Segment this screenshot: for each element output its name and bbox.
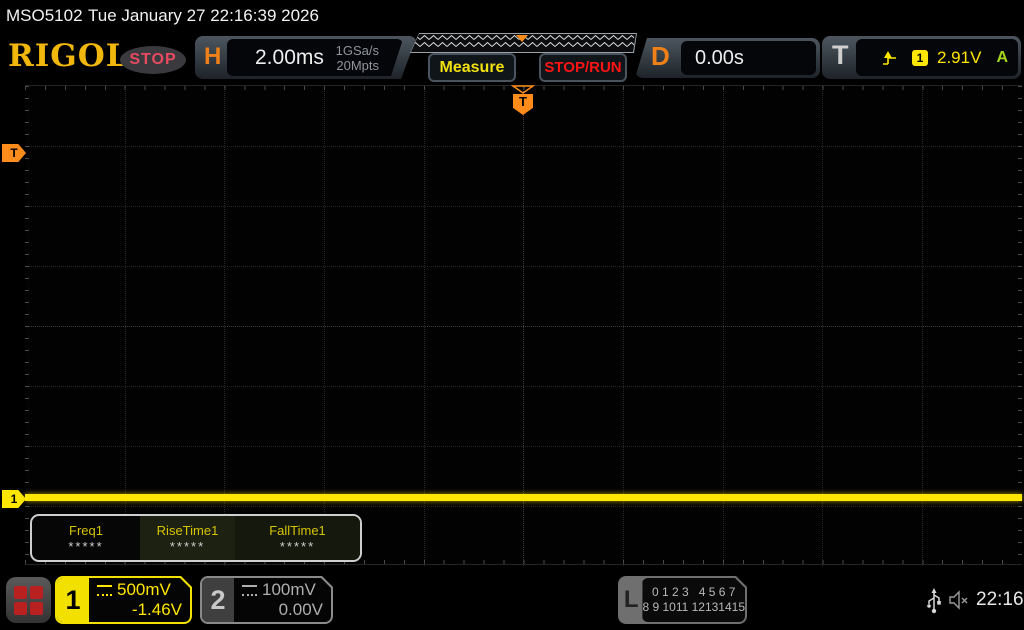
- horizontal-label: H: [204, 43, 222, 70]
- delay-inner: 0.00s: [681, 41, 816, 75]
- channel2-scale: 100mV: [262, 580, 316, 599]
- horizontal-panel[interactable]: H 2.00ms 1GSa/s 20Mpts: [195, 36, 417, 79]
- grid-line: [25, 266, 1022, 267]
- channel1-inner: 1 500mV -1.46V: [57, 578, 190, 622]
- sample-rate: 1GSa/s: [335, 42, 379, 58]
- oscilloscope-screen: MSO5102 Tue January 27 22:16:39 2026 RIG…: [0, 0, 1024, 630]
- measure-button-label: Measure: [439, 58, 505, 76]
- trigger-label: T: [832, 40, 849, 70]
- measurement-label: Freq1: [69, 522, 103, 538]
- run-state-label: STOP: [129, 51, 177, 68]
- status-bar: MSO5102 Tue January 27 22:16:39 2026: [0, 0, 1024, 30]
- digital-row2: 8 9 1011 12131415: [642, 600, 745, 614]
- measurement-label: FallTime1: [269, 522, 326, 538]
- rising-edge-icon: [883, 50, 896, 65]
- timebase-value: 2.00ms: [255, 45, 324, 69]
- stop-run-button-label: STOP/RUN: [544, 59, 622, 76]
- trigger-position-label: T: [519, 94, 527, 109]
- channel2-values: 100mV 0.00V: [234, 578, 331, 622]
- grid-line: [25, 506, 1022, 507]
- channel1-number: 1: [57, 578, 89, 622]
- horizontal-inner: 2.00ms 1GSa/s 20Mpts: [227, 39, 403, 76]
- measurement-label: RiseTime1: [156, 522, 219, 538]
- trigger-position-triangle-icon[interactable]: [511, 85, 535, 94]
- sample-rate-info: 1GSa/s 20Mpts: [336, 43, 379, 73]
- four-squares-icon: [14, 585, 43, 615]
- trigger-panel[interactable]: T 1 2.91V A: [822, 36, 1021, 79]
- stop-run-button[interactable]: STOP/RUN: [539, 53, 627, 82]
- trigger-sweep-mode: A: [996, 48, 1008, 66]
- measurement-falltime[interactable]: FallTime1 *****: [235, 516, 360, 560]
- channel2-box[interactable]: 2 100mV 0.00V: [200, 576, 333, 624]
- display-menu-button[interactable]: [6, 577, 51, 623]
- channel1-offset: -1.46V: [131, 600, 182, 619]
- channel1-box[interactable]: 1 500mV -1.46V: [55, 576, 192, 624]
- rigol-logo: RIGOL: [8, 38, 129, 74]
- run-state-badge: STOP: [120, 46, 186, 74]
- graticule: [25, 85, 1022, 566]
- grid-line: [25, 146, 1022, 147]
- digital-channels-list: 0 1 2 3 4 5 6 7 8 9 1011 12131415: [642, 578, 745, 622]
- dc-coupling-icon: [242, 585, 257, 596]
- measurement-risetime[interactable]: RiseTime1 *****: [140, 516, 235, 560]
- delay-panel[interactable]: D 0.00s: [635, 38, 820, 78]
- delay-label: D: [651, 41, 670, 71]
- digital-channels-label: L: [623, 586, 639, 613]
- memory-depth: 20Mpts: [336, 57, 379, 73]
- channel1-scale: 500mV: [117, 580, 171, 599]
- measure-button[interactable]: Measure: [428, 53, 516, 82]
- channel1-values: 500mV -1.46V: [89, 578, 190, 622]
- grid-line: [25, 446, 1022, 447]
- digital-channels-box[interactable]: L 0 1 2 3 4 5 6 7 8 9 1011 12131415: [618, 576, 747, 624]
- channel2-inner: 2 100mV 0.00V: [202, 578, 331, 622]
- dc-coupling-icon: [97, 585, 112, 596]
- channel2-offset: 0.00V: [278, 600, 323, 619]
- measurement-value: *****: [279, 538, 316, 554]
- grid-center-horizontal: [25, 326, 1022, 327]
- grid-line: [25, 206, 1022, 207]
- date-time: Tue January 27 22:16:39 2026: [88, 6, 319, 25]
- waveform-overview-bar[interactable]: [410, 33, 637, 53]
- overview-waveform-icon: [411, 34, 636, 52]
- channel1-marker-label: 1: [10, 492, 18, 506]
- usb-icon: [927, 588, 941, 614]
- measurement-value: *****: [169, 538, 206, 554]
- digital-row1: 0 1 2 3 4 5 6 7: [652, 585, 736, 599]
- channel2-number: 2: [202, 578, 234, 622]
- measurement-freq[interactable]: Freq1 *****: [32, 516, 140, 560]
- trigger-level-value: 2.91V: [937, 47, 982, 67]
- trigger-inner: 1 2.91V A: [856, 39, 1018, 76]
- model-name: MSO5102: [6, 6, 83, 25]
- trigger-level-marker[interactable]: T: [2, 144, 26, 162]
- trigger-source-badge: 1: [912, 49, 928, 66]
- trigger-level-label: T: [10, 146, 18, 160]
- measurement-value: *****: [68, 538, 104, 554]
- delay-value: 0.00s: [695, 46, 744, 69]
- measurement-panel: Freq1 ***** RiseTime1 ***** FallTime1 **…: [30, 514, 362, 562]
- waveform-overview-inner: [411, 34, 636, 52]
- channel1-waveform-trace: [25, 494, 1022, 501]
- speaker-muted-icon[interactable]: [948, 590, 974, 610]
- channel1-position-marker[interactable]: 1: [2, 490, 26, 508]
- grid-line: [25, 386, 1022, 387]
- clock: 22:16: [976, 589, 1024, 610]
